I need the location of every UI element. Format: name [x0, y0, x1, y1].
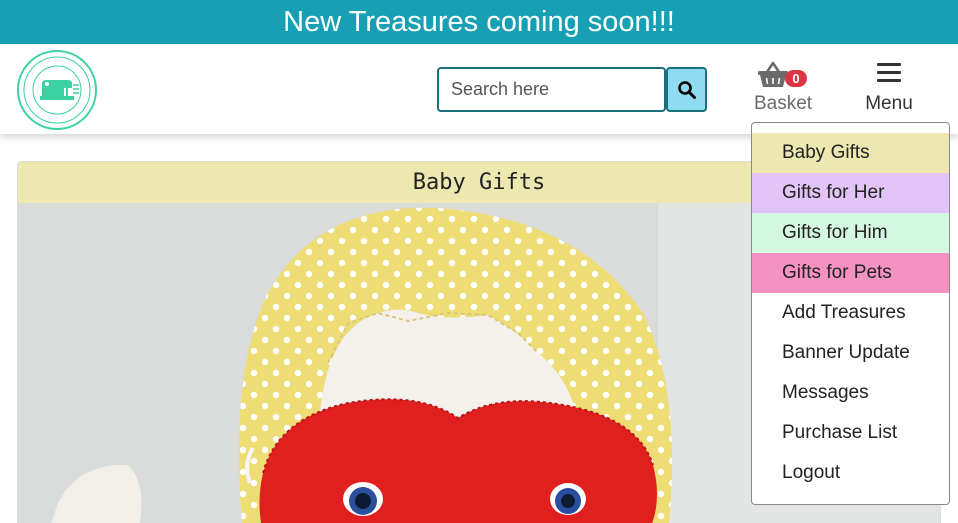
- menu-dropdown: Baby Gifts Gifts for Her Gifts for Him Gift…: [751, 122, 950, 505]
- announcement-banner: New Treasures coming soon!!!: [0, 0, 958, 44]
- basket-label: Basket: [753, 93, 813, 114]
- sewing-machine-logo-icon: [17, 50, 97, 130]
- menu-item-gifts-for-pets[interactable]: Gifts for Pets: [752, 253, 949, 293]
- banner-text: New Treasures coming soon!!!: [283, 6, 675, 38]
- basket-icon: [758, 61, 788, 87]
- hamburger-menu-icon: [877, 63, 901, 82]
- search-button[interactable]: [666, 67, 707, 112]
- menu-item-gifts-for-him[interactable]: Gifts for Him: [752, 213, 949, 253]
- site-logo[interactable]: [16, 49, 98, 131]
- basket-count-badge: 0: [785, 70, 807, 87]
- site-header: 0 Basket Menu: [0, 44, 958, 134]
- menu-item-banner-update[interactable]: Banner Update: [752, 333, 949, 373]
- search-input[interactable]: [437, 67, 666, 112]
- basket-button[interactable]: 0 Basket: [748, 58, 818, 118]
- menu-item-purchase-list[interactable]: Purchase List: [752, 413, 949, 453]
- menu-item-add-treasures[interactable]: Add Treasures: [752, 293, 949, 333]
- menu-label: Menu: [865, 93, 913, 114]
- menu-item-gifts-for-her[interactable]: Gifts for Her: [752, 173, 949, 213]
- menu-item-messages[interactable]: Messages: [752, 373, 949, 413]
- menu-item-logout[interactable]: Logout: [752, 453, 949, 493]
- search-bar: [437, 67, 707, 112]
- search-icon: [677, 80, 696, 99]
- menu-button[interactable]: Menu: [858, 58, 920, 118]
- menu-item-baby-gifts[interactable]: Baby Gifts: [752, 133, 949, 173]
